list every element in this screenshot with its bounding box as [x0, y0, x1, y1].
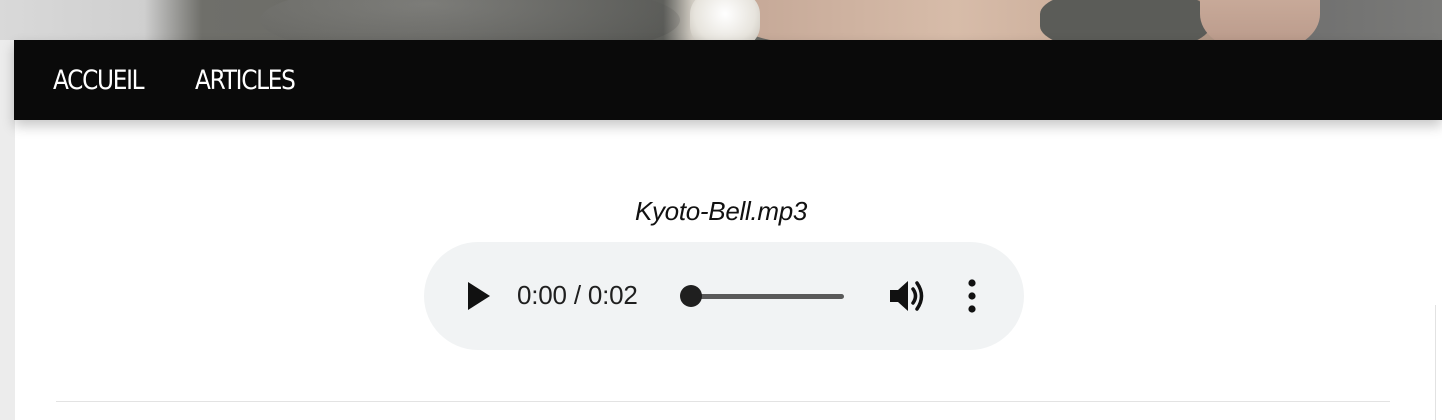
photo-fur-cuff — [690, 0, 760, 40]
more-vertical-icon[interactable] — [962, 276, 982, 316]
photo-fabric — [260, 0, 680, 40]
nav-link-accueil[interactable]: ACCUEIL — [53, 65, 175, 96]
audio-player: 0:00 / 0:02 — [424, 242, 1024, 350]
volume-icon[interactable] — [888, 277, 928, 315]
play-icon[interactable] — [464, 278, 494, 314]
page: ACCUEIL ARTICLES Kyoto-Bell.mp3 0:00 / 0… — [0, 0, 1442, 420]
seek-thumb[interactable] — [680, 285, 702, 307]
photo-thumb — [1200, 0, 1320, 40]
time-display: 0:00 / 0:02 — [517, 280, 638, 310]
seek-slider[interactable] — [680, 285, 844, 307]
scroll-edge — [1435, 305, 1442, 420]
audio-file-caption: Kyoto-Bell.mp3 — [634, 196, 808, 226]
nav-link-articles[interactable]: ARTICLES — [195, 65, 296, 96]
photo-shadow — [1040, 0, 1210, 40]
main-navigation: ACCUEIL ARTICLES — [14, 40, 1442, 120]
seek-track — [682, 294, 844, 299]
header-photo — [0, 0, 1442, 40]
content-divider — [56, 401, 1390, 402]
